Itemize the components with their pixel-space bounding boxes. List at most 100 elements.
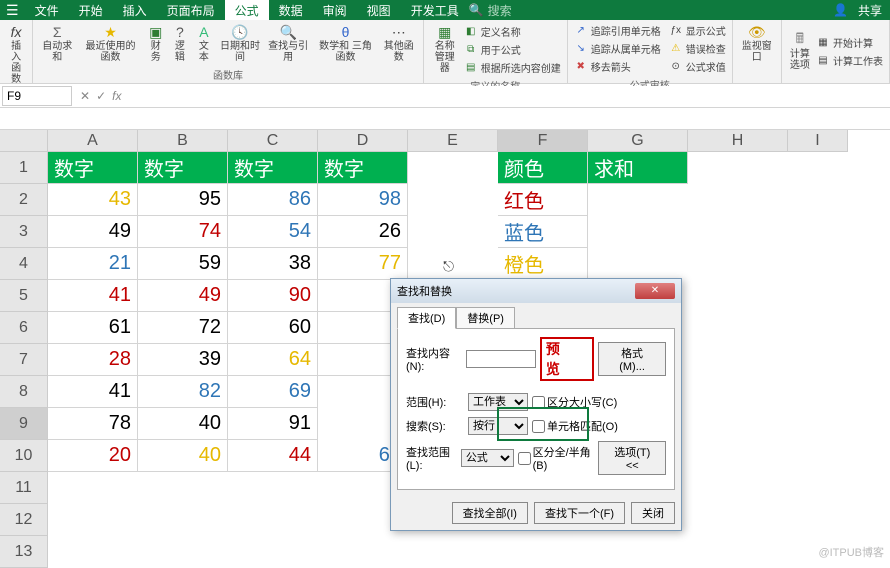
- tab-插入[interactable]: 插入: [113, 0, 157, 20]
- cell-D4[interactable]: 77: [318, 248, 408, 280]
- tab-数据[interactable]: 数据: [269, 0, 313, 20]
- col-header-F[interactable]: F: [498, 130, 588, 152]
- cell-C8[interactable]: 69: [228, 376, 318, 408]
- create-from-sel-button[interactable]: ▤根据所选内容创建: [462, 59, 563, 76]
- find-all-button[interactable]: 查找全部(I): [452, 502, 528, 524]
- match-case-checkbox[interactable]: [532, 396, 545, 409]
- cell-C9[interactable]: 91: [228, 408, 318, 440]
- name-box[interactable]: [2, 86, 72, 106]
- evaluate-formula-button[interactable]: ⊙公式求值: [667, 58, 728, 75]
- cell-B3[interactable]: 74: [138, 216, 228, 248]
- recent-button[interactable]: ★最近使用的 函数: [77, 22, 143, 65]
- search-box[interactable]: 🔍 搜索: [469, 2, 512, 19]
- tab-开发工具[interactable]: 开发工具: [401, 0, 469, 20]
- confirm-icon[interactable]: ✓: [96, 89, 106, 103]
- cell-C5[interactable]: 90: [228, 280, 318, 312]
- row-header-1[interactable]: 1: [0, 152, 48, 184]
- cell-B1[interactable]: 数字: [138, 152, 228, 184]
- row-header-11[interactable]: 11: [0, 472, 48, 504]
- define-name-button[interactable]: ◧定义名称: [462, 23, 563, 40]
- insert-function-button[interactable]: fx插入函数: [4, 22, 28, 87]
- row-header-13[interactable]: 13: [0, 536, 48, 568]
- datetime-button[interactable]: 🕓日期和时间: [216, 22, 264, 65]
- cell-B9[interactable]: 40: [138, 408, 228, 440]
- row-header-8[interactable]: 8: [0, 376, 48, 408]
- tab-开始[interactable]: 开始: [69, 0, 113, 20]
- calc-now-button[interactable]: ▦开始计算: [814, 34, 885, 51]
- cell-B10[interactable]: 40: [138, 440, 228, 472]
- cell-A1[interactable]: 数字: [48, 152, 138, 184]
- cell-C2[interactable]: 86: [228, 184, 318, 216]
- match-width-checkbox[interactable]: [518, 452, 531, 465]
- financial-button[interactable]: ▣财务: [144, 22, 168, 65]
- row-header-9[interactable]: 9: [0, 408, 48, 440]
- tab-公式[interactable]: 公式: [225, 0, 269, 20]
- tab-文件[interactable]: 文件: [25, 0, 69, 20]
- row-header-3[interactable]: 3: [0, 216, 48, 248]
- options-button[interactable]: 选项(T) <<: [598, 441, 666, 475]
- trace-dependents-button[interactable]: ↘追踪从属单元格: [572, 40, 663, 57]
- math-button[interactable]: θ数学和 三角函数: [312, 22, 378, 65]
- tab-replace[interactable]: 替换(P): [456, 307, 515, 329]
- row-header-4[interactable]: 4: [0, 248, 48, 280]
- row-header-10[interactable]: 10: [0, 440, 48, 472]
- cell-C6[interactable]: 60: [228, 312, 318, 344]
- cell-A4[interactable]: 21: [48, 248, 138, 280]
- col-header-A[interactable]: A: [48, 130, 138, 152]
- cell-C7[interactable]: 64: [228, 344, 318, 376]
- row-header-12[interactable]: 12: [0, 504, 48, 536]
- autosum-button[interactable]: Σ自动求和: [37, 22, 77, 65]
- show-formulas-button[interactable]: ƒx显示公式: [667, 22, 728, 39]
- app-menu-icon[interactable]: ☰: [0, 2, 25, 19]
- cell-F9[interactable]: [498, 408, 588, 440]
- select-all-corner[interactable]: [0, 130, 48, 152]
- cell-B5[interactable]: 49: [138, 280, 228, 312]
- lookin-select[interactable]: 公式: [461, 449, 514, 467]
- cell-D3[interactable]: 26: [318, 216, 408, 248]
- cell-C4[interactable]: 38: [228, 248, 318, 280]
- cell-A8[interactable]: 41: [48, 376, 138, 408]
- cell-B7[interactable]: 39: [138, 344, 228, 376]
- cell-A6[interactable]: 61: [48, 312, 138, 344]
- lookup-button[interactable]: 🔍查找与引用: [264, 22, 312, 65]
- col-header-G[interactable]: G: [588, 130, 688, 152]
- cell-C3[interactable]: 54: [228, 216, 318, 248]
- dialog-titlebar[interactable]: 查找和替换 ✕: [391, 279, 681, 303]
- cell-B8[interactable]: 82: [138, 376, 228, 408]
- row-header-5[interactable]: 5: [0, 280, 48, 312]
- cell-A10[interactable]: 20: [48, 440, 138, 472]
- cell-F2[interactable]: 红色: [498, 184, 588, 216]
- user-icon[interactable]: 👤: [833, 3, 848, 17]
- row-header-7[interactable]: 7: [0, 344, 48, 376]
- cell-F1[interactable]: 颜色: [498, 152, 588, 184]
- formula-input[interactable]: [127, 86, 890, 105]
- cell-A5[interactable]: 41: [48, 280, 138, 312]
- tab-find[interactable]: 查找(D): [397, 307, 456, 329]
- other-fn-button[interactable]: ⋯其他函数: [379, 22, 419, 65]
- calc-sheet-button[interactable]: ▤计算工作表: [814, 52, 885, 69]
- tab-视图[interactable]: 视图: [357, 0, 401, 20]
- remove-arrows-button[interactable]: ✖移去箭头: [572, 58, 663, 75]
- cell-C1[interactable]: 数字: [228, 152, 318, 184]
- fx-icon[interactable]: fx: [112, 89, 121, 103]
- col-header-B[interactable]: B: [138, 130, 228, 152]
- cell-A3[interactable]: 49: [48, 216, 138, 248]
- error-check-button[interactable]: ⚠错误检查: [667, 40, 728, 57]
- row-header-2[interactable]: 2: [0, 184, 48, 216]
- col-header-I[interactable]: I: [788, 130, 848, 152]
- tab-页面布局[interactable]: 页面布局: [157, 0, 225, 20]
- cell-D2[interactable]: 98: [318, 184, 408, 216]
- cell-B2[interactable]: 95: [138, 184, 228, 216]
- col-header-E[interactable]: E: [408, 130, 498, 152]
- cell-B6[interactable]: 72: [138, 312, 228, 344]
- cell-A2[interactable]: 43: [48, 184, 138, 216]
- format-button[interactable]: 格式(M)...: [598, 342, 666, 376]
- cell-A9[interactable]: 78: [48, 408, 138, 440]
- logical-button[interactable]: ?逻辑: [168, 22, 192, 65]
- col-header-H[interactable]: H: [688, 130, 788, 152]
- cell-G1[interactable]: 求和: [588, 152, 688, 184]
- tab-审阅[interactable]: 审阅: [313, 0, 357, 20]
- find-input[interactable]: [466, 350, 536, 368]
- col-header-C[interactable]: C: [228, 130, 318, 152]
- close-button[interactable]: 关闭: [631, 502, 675, 524]
